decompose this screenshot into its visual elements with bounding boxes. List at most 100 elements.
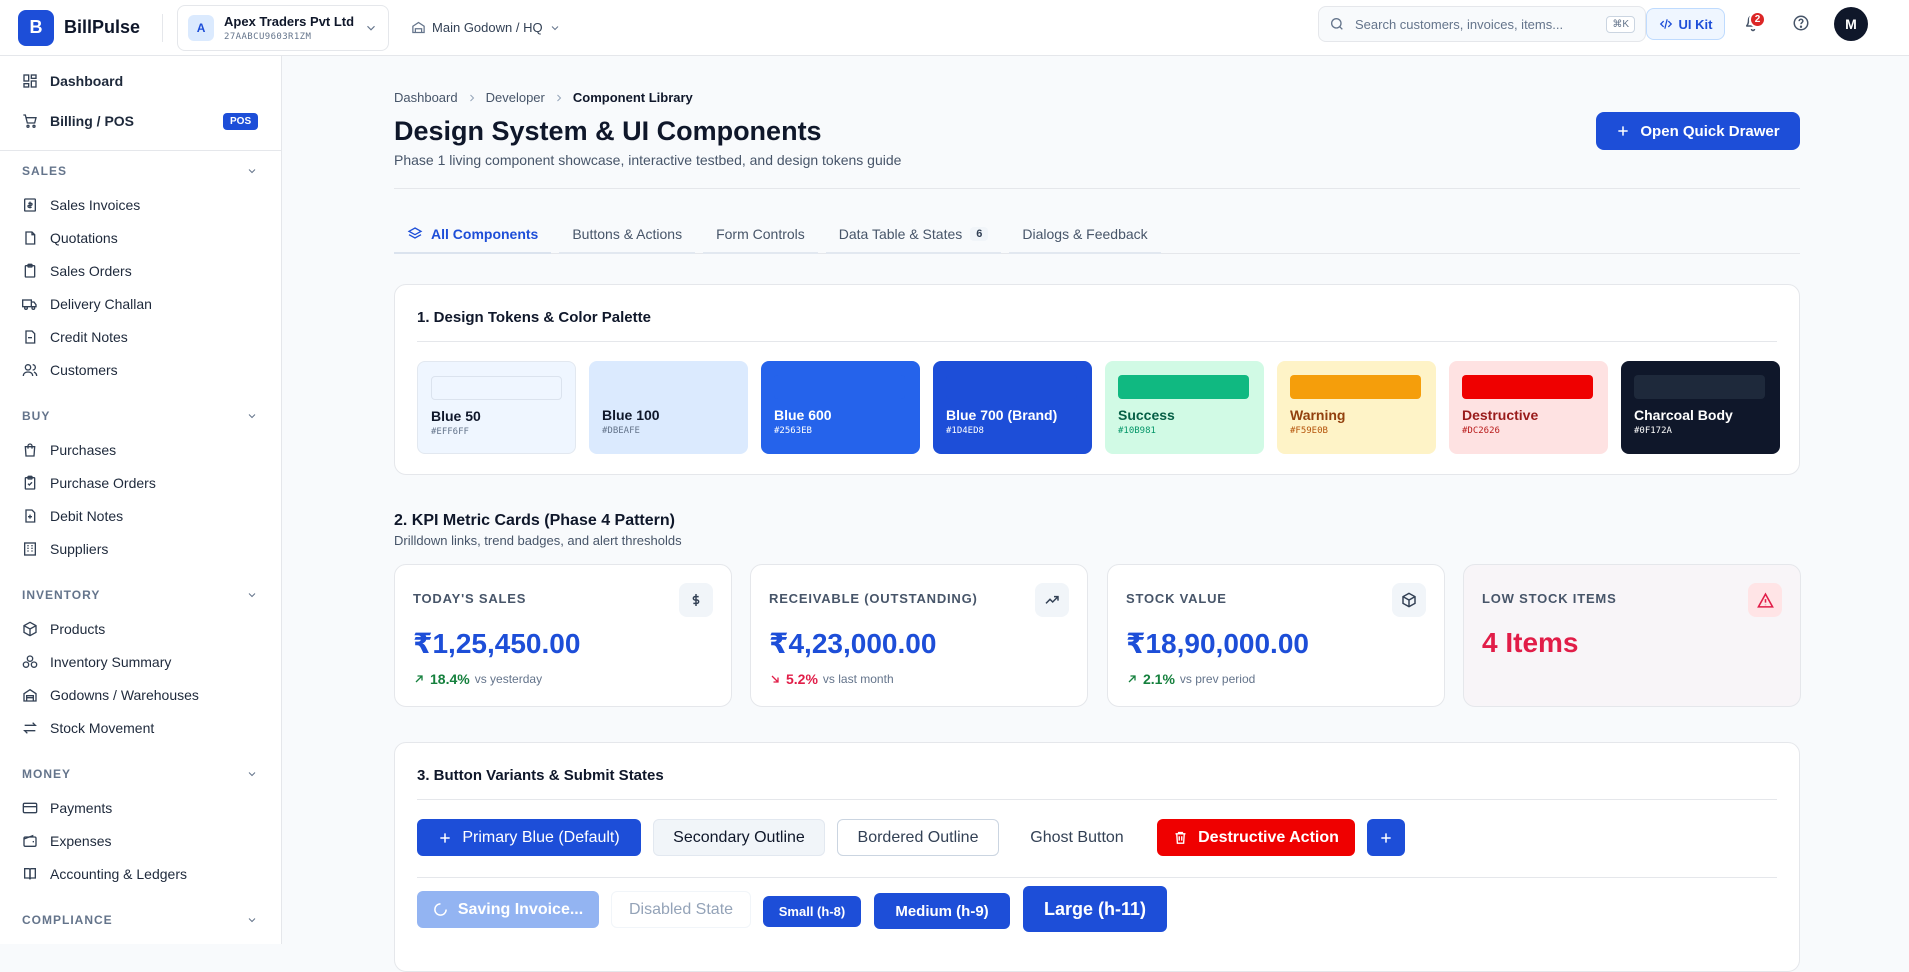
kpi-label: RECEIVABLE (OUTSTANDING) [769,591,978,606]
large-button[interactable]: Large (h-11) [1023,886,1167,932]
company-gstin: 27AABCU9603R1ZM [224,31,312,42]
help-icon[interactable] [1792,14,1810,32]
sidebar-item-customers[interactable]: Customers [22,359,118,381]
ui-kit-label: UI Kit [1678,16,1713,32]
sidebar-item-label: Inventory Summary [50,654,172,670]
building-icon [22,541,38,557]
swatch-color-bar [431,376,562,400]
sidebar-item-delivery-challan[interactable]: Delivery Challan [22,293,152,315]
design-tokens-card: 1. Design Tokens & Color Palette Blue 50… [394,284,1800,475]
kpi-trend: 18.4% vs yesterday [413,671,542,687]
section-money[interactable]: MONEY [22,767,258,781]
kpi-card[interactable]: TODAY'S SALES ₹1,25,450.00 18.4% vs yesterd… [394,564,732,707]
wallet-icon [22,833,38,849]
breadcrumb-dashboard[interactable]: Dashboard [394,90,458,105]
sidebar: Dashboard Billing / POS POS SALES Sales … [0,56,282,944]
sidebar-item-purchase-orders[interactable]: Purchase Orders [22,472,156,494]
layers-icon [407,226,423,242]
color-swatch[interactable]: Success #10B981 [1105,361,1264,454]
company-switcher[interactable]: A Apex Traders Pvt Ltd 27AABCU9603R1ZM [177,4,390,51]
color-swatch[interactable]: Blue 700 (Brand) #1D4ED8 [933,361,1092,454]
ghost-button[interactable]: Ghost Button [1009,819,1145,856]
sidebar-item-label: Expenses [50,833,112,849]
section-inventory[interactable]: INVENTORY [22,588,258,602]
godown-selector[interactable]: Main Godown / HQ [411,20,561,35]
swatch-name: Destructive [1462,407,1539,423]
tab-label: Form Controls [716,226,805,242]
swatch-color-bar [774,375,905,399]
destructive-button[interactable]: Destructive Action [1157,819,1355,856]
section-compliance[interactable]: COMPLIANCE [22,913,258,927]
button-variants-card: 3. Button Variants & Submit States Prima… [394,742,1800,972]
sidebar-item-label: Credit Notes [50,329,128,345]
notification-badge: 2 [1749,11,1766,28]
color-swatch[interactable]: Blue 600 #2563EB [761,361,920,454]
clipboard-icon [22,475,38,491]
sidebar-item-stock-movement[interactable]: Stock Movement [22,717,154,739]
chevron-down-icon [246,165,258,177]
sidebar-item-label: Godowns / Warehouses [50,687,199,703]
sidebar-item-quotations[interactable]: Quotations [22,227,118,249]
card-title: 1. Design Tokens & Color Palette [417,309,651,326]
note-plus-icon [22,508,38,524]
section-sales[interactable]: SALES [22,164,258,178]
color-swatch[interactable]: Blue 50 #EFF6FF [417,361,576,454]
sidebar-item-accounting[interactable]: Accounting & Ledgers [22,863,187,885]
icon-add-button[interactable] [1367,819,1405,856]
tab-dialogs-feedback[interactable]: Dialogs & Feedback [1009,216,1161,254]
tab-data-table[interactable]: Data Table & States 6 [825,216,1002,254]
kpi-value: ₹1,25,450.00 [413,628,581,659]
swatch-hex: #EFF6FF [431,427,469,437]
color-swatch[interactable]: Blue 100 #DBEAFE [589,361,748,454]
chevron-down-icon [246,589,258,601]
package-icon [1392,583,1426,617]
swatch-color-bar [1462,375,1593,399]
kpi-card[interactable]: STOCK VALUE ₹18,90,000.00 2.1% vs prev peri… [1107,564,1445,707]
search-input[interactable]: Search customers, invoices, items... [1355,17,1596,32]
sidebar-item-suppliers[interactable]: Suppliers [22,538,108,560]
kpi-value: ₹4,23,000.00 [769,628,937,659]
sidebar-item-billing-pos[interactable]: Billing / POS [22,110,134,132]
primary-button[interactable]: Primary Blue (Default) [417,819,641,856]
swatch-name: Warning [1290,407,1346,423]
card-divider [417,877,1777,878]
kpi-card[interactable]: RECEIVABLE (OUTSTANDING) ₹4,23,000.00 5.2%… [750,564,1088,707]
ui-kit-button[interactable]: UI Kit [1646,8,1725,40]
sidebar-item-purchases[interactable]: Purchases [22,439,116,461]
sidebar-item-godowns[interactable]: Godowns / Warehouses [22,684,199,706]
color-swatch[interactable]: Charcoal Body #0F172A [1621,361,1780,454]
sidebar-item-expenses[interactable]: Expenses [22,830,111,852]
clipboard-icon [22,263,38,279]
sidebar-item-payments[interactable]: Payments [22,797,112,819]
small-button[interactable]: Small (h-8) [763,896,861,927]
chevron-right-icon [553,92,565,104]
boxes-icon [22,654,38,670]
tab-form-controls[interactable]: Form Controls [703,216,818,254]
sidebar-item-sales-orders[interactable]: Sales Orders [22,260,132,282]
app-logo[interactable]: B BillPulse [18,9,140,46]
section-buy[interactable]: BUY [22,409,258,423]
secondary-button[interactable]: Secondary Outline [653,819,825,856]
rupee-icon [679,583,713,617]
tab-all-components[interactable]: All Components [394,216,552,254]
color-swatch[interactable]: Destructive #DC2626 [1449,361,1608,454]
warehouse-icon [411,20,426,35]
global-search[interactable]: Search customers, invoices, items... ⌘K [1318,6,1646,42]
breadcrumb-developer[interactable]: Developer [486,90,545,105]
kpi-card[interactable]: LOW STOCK ITEMS 4 Items [1463,564,1801,707]
open-quick-drawer-button[interactable]: Open Quick Drawer [1596,112,1800,150]
tab-buttons-actions[interactable]: Buttons & Actions [559,216,696,254]
tab-label: All Components [431,226,539,242]
sidebar-item-debit-notes[interactable]: Debit Notes [22,505,123,527]
sidebar-item-credit-notes[interactable]: Credit Notes [22,326,128,348]
breadcrumb: Dashboard Developer Component Library [394,90,693,105]
sidebar-item-dashboard[interactable]: Dashboard [22,70,123,92]
medium-button[interactable]: Medium (h-9) [874,893,1010,929]
bordered-button[interactable]: Bordered Outline [837,819,999,856]
user-avatar[interactable]: M [1834,7,1868,41]
color-swatch[interactable]: Warning #F59E0B [1277,361,1436,454]
sidebar-item-inventory-summary[interactable]: Inventory Summary [22,651,171,673]
sidebar-item-products[interactable]: Products [22,618,105,640]
truck-icon [22,296,38,312]
sidebar-item-sales-invoices[interactable]: Sales Invoices [22,194,140,216]
